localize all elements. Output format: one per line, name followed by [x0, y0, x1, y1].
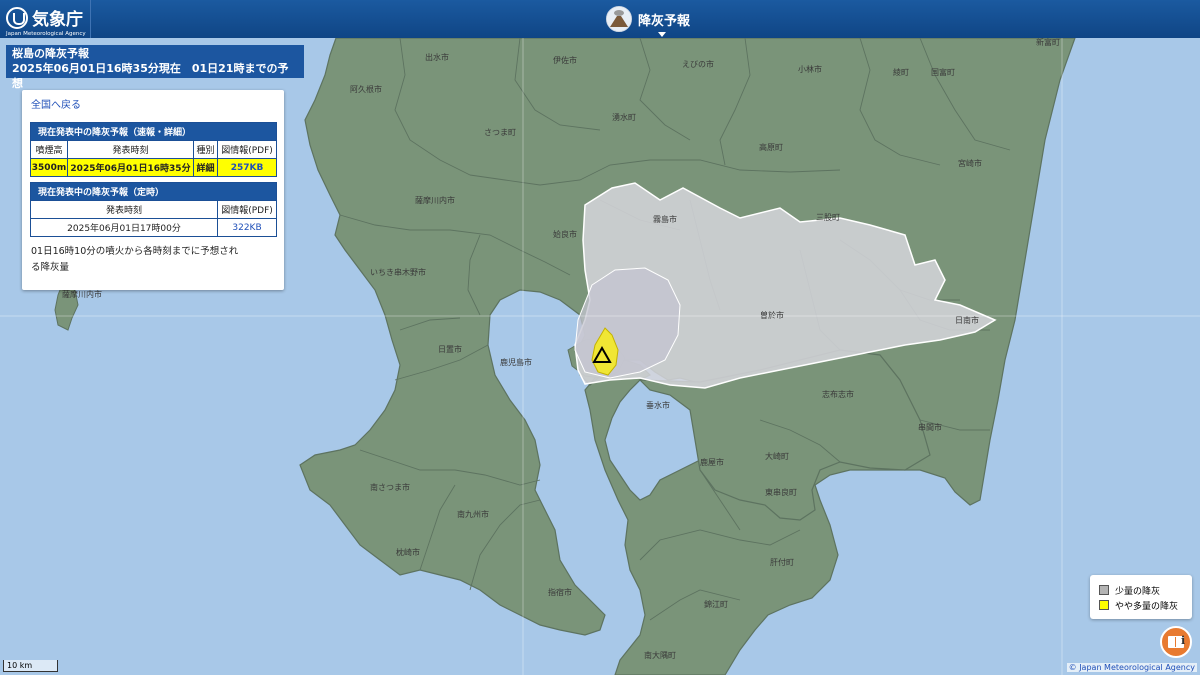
legend-toggle-button[interactable]: i	[1160, 626, 1192, 658]
legend-label: 少量の降灰	[1115, 587, 1161, 597]
scale-bar: 10 km	[3, 660, 58, 672]
place-label: 宮崎市	[958, 158, 982, 168]
info-icon: i	[1181, 634, 1186, 647]
legend-swatch	[1099, 600, 1109, 610]
col-header: 図情報(PDF)	[216, 200, 278, 219]
page-title: 降灰予報	[638, 14, 691, 29]
place-label: 霧島市	[653, 214, 677, 224]
map-legend: 少量の降灰 やや多量の降灰	[1090, 575, 1192, 619]
table-title: 現在発表中の降灰予報（定時）	[29, 182, 278, 201]
place-label: 薩摩川内市	[415, 195, 455, 205]
place-label: 肝付町	[770, 557, 794, 567]
col-header: 図情報(PDF)	[216, 140, 278, 159]
place-label: 錦江町	[704, 599, 728, 609]
place-label: 湧水町	[612, 112, 636, 122]
place-label: 国富町	[931, 67, 955, 77]
col-header: 発表時刻	[67, 140, 194, 159]
col-header: 種別	[193, 140, 218, 159]
place-label: 曽於市	[760, 310, 784, 320]
logo-en-text: Japan Meteorological Agency	[6, 31, 86, 37]
issue-time: 2025年06月01日17時00分	[30, 218, 218, 237]
place-label: 阿久根市	[350, 84, 382, 94]
place-label: 小林市	[798, 64, 822, 74]
place-label: 串間市	[918, 422, 942, 432]
issue-time: 2025年06月01日16時35分	[67, 158, 194, 177]
forecast-banner: 桜島の降灰予報 2025年06月01日16時35分現在 01日21時までの予想	[6, 45, 304, 90]
place-label: 南大隅町	[644, 650, 676, 660]
place-label: 姶良市	[553, 229, 577, 239]
place-label: 薩摩川内市	[62, 289, 102, 299]
forecast-note: 01日16時10分の噴火から各時刻までに予想される降灰量	[31, 246, 239, 273]
place-label: 志布志市	[822, 389, 854, 399]
forecast-period: 2025年06月01日16時35分現在 01日21時までの予想	[12, 62, 289, 90]
place-label: 大崎町	[765, 451, 789, 461]
info-panel: 全国へ戻る 現在発表中の降灰予報（速報・詳細） 噴煙高 発表時刻 種別 図情報(…	[22, 90, 284, 290]
place-label: 出水市	[425, 52, 449, 62]
table-row: 2025年06月01日17時00分 322KB	[30, 218, 278, 237]
back-to-national-link[interactable]: 全国へ戻る	[31, 96, 81, 111]
place-label: 日置市	[438, 344, 462, 354]
place-label: 東串良町	[765, 487, 797, 497]
place-label: 高原町	[759, 142, 783, 152]
table-row: 3500m 2025年06月01日16時35分 詳細 257KB	[30, 158, 278, 177]
volcano-icon	[606, 6, 632, 32]
forecast-table-quick-detail: 現在発表中の降灰予報（速報・詳細） 噴煙高 発表時刻 種別 図情報(PDF) 3…	[29, 122, 278, 177]
place-label: 鹿屋市	[700, 457, 724, 467]
plume-height: 3500m	[30, 158, 68, 177]
place-label: いちき串木野市	[370, 267, 426, 277]
place-label: 指宿市	[548, 587, 572, 597]
place-label: 垂水市	[646, 400, 670, 410]
place-label: えびの市	[682, 59, 714, 69]
place-label: 南九州市	[457, 509, 489, 519]
place-label: さつま町	[484, 128, 516, 137]
header-divider	[90, 0, 91, 38]
place-label: 南さつま市	[370, 482, 410, 492]
forecast-type: 詳細	[193, 158, 218, 177]
pdf-link[interactable]: 257KB	[216, 158, 278, 177]
table-title: 現在発表中の降灰予報（速報・詳細）	[29, 122, 278, 141]
place-label: 綾町	[893, 67, 909, 77]
caret-down-icon	[658, 32, 666, 37]
forecast-table-regular: 現在発表中の降灰予報（定時） 発表時刻 図情報(PDF) 2025年06月01日…	[29, 182, 278, 237]
col-header: 発表時刻	[30, 200, 218, 219]
place-label: 伊佐市	[553, 55, 577, 65]
legend-swatch	[1099, 585, 1109, 595]
app-header: 気象庁 Japan Meteorological Agency 降灰予報	[0, 0, 1200, 38]
copyright-text[interactable]: © Japan Meteorological Agency	[1066, 663, 1197, 672]
logo-text: 気象庁	[32, 10, 83, 30]
jma-logo[interactable]: 気象庁 Japan Meteorological Agency	[6, 4, 92, 37]
place-label: 鹿児島市	[500, 357, 532, 367]
jma-logo-icon	[6, 7, 28, 29]
legend-label: やや多量の降灰	[1115, 602, 1179, 612]
volcano-name: 桜島の降灰予報	[12, 47, 89, 60]
col-header: 噴煙高	[30, 140, 68, 159]
place-label: 日南市	[955, 315, 979, 325]
place-label: 三股町	[816, 213, 840, 222]
place-label: 新富町	[1036, 37, 1060, 47]
place-label: 枕崎市	[396, 547, 420, 557]
pdf-link[interactable]: 322KB	[216, 218, 278, 237]
